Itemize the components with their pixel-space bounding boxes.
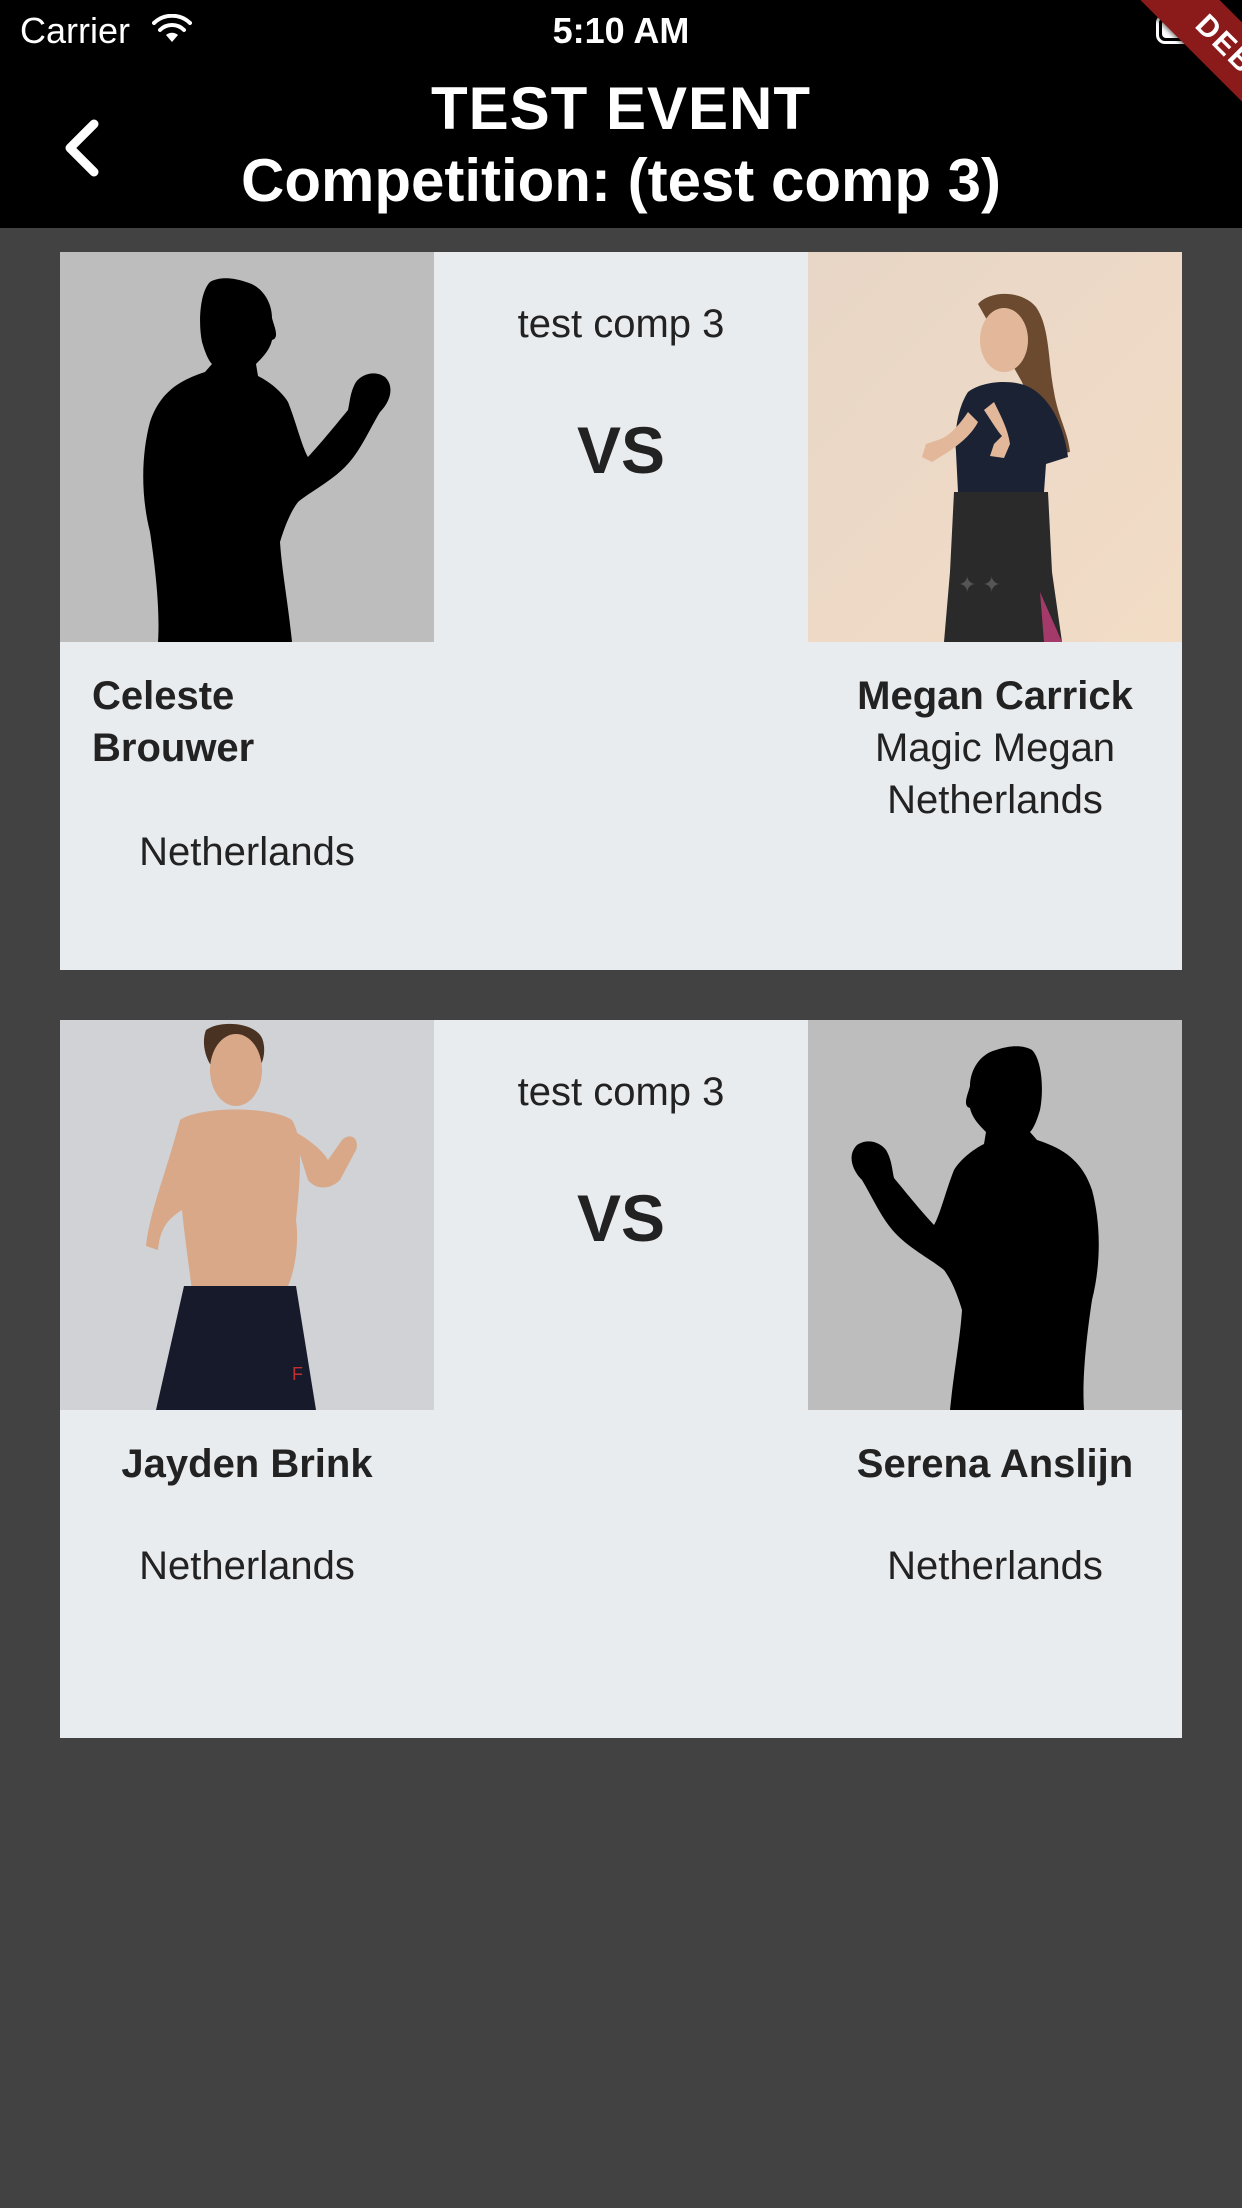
left-fighter-info: Celeste Brouwer Netherlands [60, 670, 434, 878]
fighter-photo: ✦ ✦ [808, 252, 1182, 642]
competition-label: test comp 3 [517, 1070, 725, 1114]
match-card[interactable]: F test comp 3 VS Jayden Brink Netherland… [60, 1020, 1182, 1738]
fighter-name: Serena Anslijn [856, 1442, 1134, 1486]
fighter-country: Netherlands [139, 830, 355, 874]
right-fighter-info: Serena Anslijn Netherlands [808, 1438, 1182, 1592]
event-title: TEST EVENT [430, 75, 812, 142]
svg-text:F: F [292, 1364, 303, 1384]
fighter-name-line: Celeste [92, 674, 235, 718]
fighter-country: Netherlands [887, 778, 1103, 822]
left-fighter-info: Jayden Brink Netherlands [60, 1438, 434, 1592]
fighter-country: Netherlands [887, 1544, 1103, 1588]
fighter-name: Jayden Brink [121, 1442, 373, 1486]
right-fighter-info: Megan Carrick Magic Megan Netherlands [808, 670, 1182, 826]
vs-label: VS [576, 413, 666, 487]
competition-title: Competition: (test comp 3) [241, 147, 1001, 214]
fighter-country: Netherlands [139, 1544, 355, 1588]
fighter-nickname: Magic Megan [874, 726, 1116, 770]
fighter-silhouette-image [808, 1020, 1182, 1410]
competition-label: test comp 3 [517, 302, 725, 346]
fighter-name-line: Brouwer [92, 726, 255, 770]
vs-label: VS [576, 1181, 666, 1255]
fighter-name: Megan Carrick [857, 674, 1133, 718]
fighter-silhouette-image [60, 252, 434, 642]
fighter-photo: F [60, 1020, 434, 1410]
clock: 5:10 AM [552, 10, 690, 51]
svg-text:✦ ✦: ✦ ✦ [958, 572, 1001, 597]
app-bar: TEST EVENT Competition: (test comp 3) [0, 62, 1242, 228]
status-bar: Carrier 5:10 AM [0, 0, 1242, 62]
fighter-name: Celeste Brouwer [60, 670, 434, 774]
match-card[interactable]: ✦ ✦ test comp 3 VS Celeste Brouwer Nethe… [60, 252, 1182, 970]
